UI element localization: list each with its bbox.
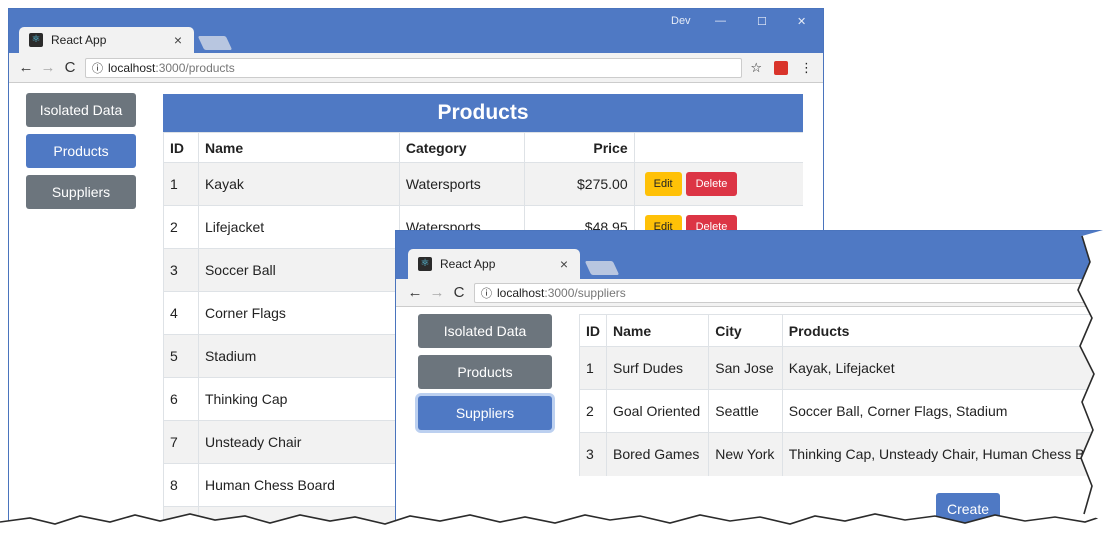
torn-edge-decoration xyxy=(0,230,1103,534)
